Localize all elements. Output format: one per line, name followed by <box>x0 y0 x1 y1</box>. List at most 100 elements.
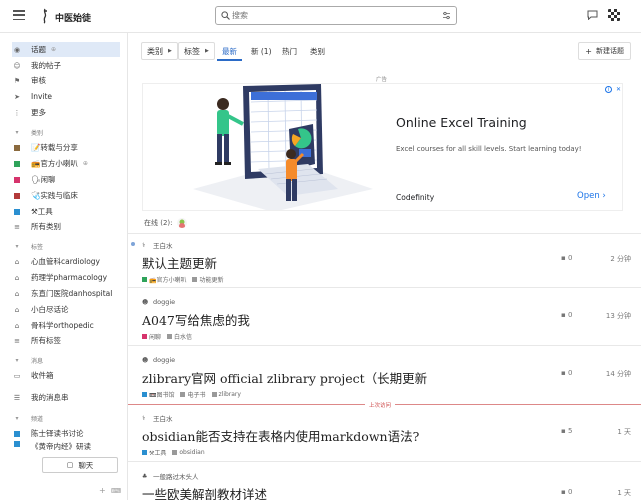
sidebar-item-topics[interactable]: ◉ 话题 ⊕ <box>12 42 120 57</box>
category-swatch <box>14 192 20 199</box>
tab-new[interactable]: 新 (1) <box>251 46 272 57</box>
sidebar-section-messages[interactable]: ▾ 消息 <box>12 356 43 365</box>
user-avatar[interactable] <box>606 7 622 23</box>
reply-count[interactable]: ▪ 0 <box>561 369 601 379</box>
thread-icon: ☰ <box>13 393 21 402</box>
online-user-avatar[interactable] <box>176 218 187 228</box>
topic-author[interactable]: 王白水 <box>153 413 173 423</box>
reply-count[interactable]: ▪ 5 <box>561 427 601 437</box>
sidebar-channel[interactable]: 陈士铎读书讨论 <box>12 426 120 441</box>
sidebar-category[interactable]: 📝转载与分享 <box>12 140 120 155</box>
reply-count[interactable]: ▪ 0 <box>561 311 601 321</box>
topic-row[interactable]: ⚕ 王白水 默认主题更新 📻官方小喇叭 功能更新 ▪ 0 2 分钟 <box>142 241 631 284</box>
sidebar-section-categories[interactable]: ▾ 类别 <box>12 128 43 137</box>
topic-category[interactable]: 📼图书馆 <box>142 390 174 399</box>
topic-tag[interactable]: zlibrary <box>211 391 241 398</box>
activity-time[interactable]: 1 天 <box>601 427 631 437</box>
sidebar-item-label: 📻官方小喇叭 <box>31 159 78 168</box>
ad-banner[interactable]: i ✕ Online Excel Training Excel courses … <box>142 83 623 211</box>
add-icon[interactable]: ⊕ <box>83 160 88 167</box>
ad-info-icon[interactable]: i <box>605 86 612 93</box>
search-options-icon[interactable] <box>442 11 451 20</box>
topic-category[interactable]: 闲聊 <box>142 332 161 341</box>
sidebar-section-tags[interactable]: ▾ 标签 <box>12 242 43 251</box>
topic-row[interactable]: ⚕ 王白水 obsidian能否支持在表格内使用markdown语法? ⚒工具 o… <box>142 414 631 457</box>
topic-category[interactable]: ⚒工具 <box>142 448 166 457</box>
sidebar-all-tags[interactable]: ≡ 所有标签 <box>12 333 120 348</box>
topic-title[interactable]: obsidian能否支持在表格内使用markdown语法? <box>142 426 631 445</box>
sidebar-category[interactable]: 🩺实践与临床 <box>12 188 120 203</box>
topic-title[interactable]: 默认主题更新 <box>142 253 631 272</box>
reply-count[interactable]: ▪ 0 <box>561 488 601 498</box>
topic-author[interactable]: 王白水 <box>153 240 173 250</box>
topic-row[interactable]: ☻ doggie zlibrary官网 official zlibrary pro… <box>142 356 631 399</box>
sidebar-tag[interactable]: ⌂ 药理学pharmacology <box>12 270 120 285</box>
site-logo-icon[interactable] <box>40 8 50 24</box>
sidebar-section-channels[interactable]: ▾ 频道 <box>12 414 43 423</box>
sidebar-category[interactable]: 🗣闲聊 <box>12 172 120 187</box>
chat-button[interactable]: ▢ 聊天 <box>42 457 118 473</box>
keyboard-icon[interactable]: ⌨ <box>111 487 121 495</box>
ad-close-icon[interactable]: ✕ <box>616 86 621 93</box>
sidebar-inbox[interactable]: ▭ 收件箱 <box>12 368 120 383</box>
sidebar-tag[interactable]: ⌂ 小白尽话论 <box>12 302 120 317</box>
list-divider <box>128 345 641 346</box>
sidebar-my-threads[interactable]: ☰ 我的消息串 <box>12 390 120 405</box>
sidebar-tag[interactable]: ⌂ 东直门医院danhospital <box>12 286 120 301</box>
topic-tag[interactable]: 电子书 <box>180 390 206 399</box>
tab-latest[interactable]: 最新 <box>222 46 237 57</box>
sidebar-tag[interactable]: ⌂ 骨科学orthopedic <box>12 318 120 333</box>
sidebar-item-review[interactable]: ⚑ 审核 <box>12 73 120 88</box>
hamburger-menu-icon[interactable] <box>13 10 25 20</box>
topic-title[interactable]: A047写给焦虑的我 <box>142 310 631 329</box>
reply-count-value: 0 <box>567 254 573 262</box>
tab-categories[interactable]: 类别 <box>310 46 325 57</box>
topic-tag[interactable]: obsidian <box>172 449 205 456</box>
sidebar-item-invite[interactable]: ➤ Invite <box>12 89 120 104</box>
activity-time[interactable]: 1 天 <box>601 488 631 498</box>
search-input[interactable] <box>232 9 432 22</box>
sidebar-all-categories[interactable]: ≡ 所有类别 <box>12 219 120 234</box>
chat-icon[interactable] <box>587 10 598 20</box>
search-box[interactable] <box>215 6 457 25</box>
section-title: 频道 <box>31 416 44 423</box>
topic-tag[interactable]: 白水信 <box>167 332 192 341</box>
ad-title[interactable]: Online Excel Training <box>396 115 527 130</box>
tag-dropdown[interactable]: 标签 ▶ <box>178 42 215 60</box>
topic-tag[interactable]: 功能更新 <box>192 275 224 284</box>
topic-author[interactable]: doggie <box>153 298 175 306</box>
tab-hot[interactable]: 热门 <box>282 46 297 57</box>
author-avatar-icon: ⚕ <box>142 241 146 249</box>
sidebar-item-label: 审核 <box>31 76 46 85</box>
new-topic-button[interactable]: + 新建话题 <box>578 42 631 60</box>
channel-swatch <box>14 441 20 447</box>
activity-time[interactable]: 13 分钟 <box>601 311 631 321</box>
topic-author[interactable]: doggie <box>153 356 175 364</box>
ad-brand[interactable]: Codefinity <box>396 193 434 202</box>
site-title[interactable]: 中医始徒 <box>55 11 91 24</box>
topic-author[interactable]: 一般路过木头人 <box>153 471 199 481</box>
topic-title[interactable]: zlibrary官网 official zlibrary project（长期更… <box>142 368 631 387</box>
dropdown-label: 类别 <box>147 46 163 56</box>
category-dropdown[interactable]: 类别 ▶ <box>141 42 178 60</box>
topic-title[interactable]: 一些欧美解剖教材详述 <box>142 484 631 500</box>
more-icon: ⋮ <box>13 108 21 117</box>
activity-time[interactable]: 2 分钟 <box>601 254 631 264</box>
topic-row[interactable]: ♣ 一般路过木头人 一些欧美解剖教材详述 ▪ 0 1 天 <box>142 472 631 500</box>
ad-text-panel[interactable]: i ✕ Online Excel Training Excel courses … <box>384 84 622 210</box>
ad-open-button[interactable]: Open › <box>577 191 606 201</box>
sidebar-item-label: Invite <box>31 92 53 101</box>
sidebar-item-my-posts[interactable]: ☺ 我的帖子 <box>12 58 120 73</box>
sidebar-item-more[interactable]: ⋮ 更多 <box>12 105 120 120</box>
plus-icon[interactable]: + <box>99 486 106 495</box>
topic-row[interactable]: ☻ doggie A047写给焦虑的我 闲聊 白水信 ▪ 0 13 分钟 <box>142 298 631 341</box>
sidebar-channel[interactable]: 《黄帝内经》研读 <box>12 441 120 450</box>
reply-icon: ▪ <box>561 254 566 262</box>
sidebar-tag[interactable]: ⌂ 心血管科cardiology <box>12 254 120 269</box>
topic-category[interactable]: 📻官方小喇叭 <box>142 275 186 284</box>
sidebar-category[interactable]: ⚒工具 <box>12 204 120 219</box>
activity-time[interactable]: 14 分钟 <box>601 369 631 379</box>
reply-count[interactable]: ▪ 0 <box>561 254 601 264</box>
add-icon[interactable]: ⊕ <box>51 46 56 53</box>
sidebar-category[interactable]: 📻官方小喇叭 ⊕ <box>12 156 120 171</box>
